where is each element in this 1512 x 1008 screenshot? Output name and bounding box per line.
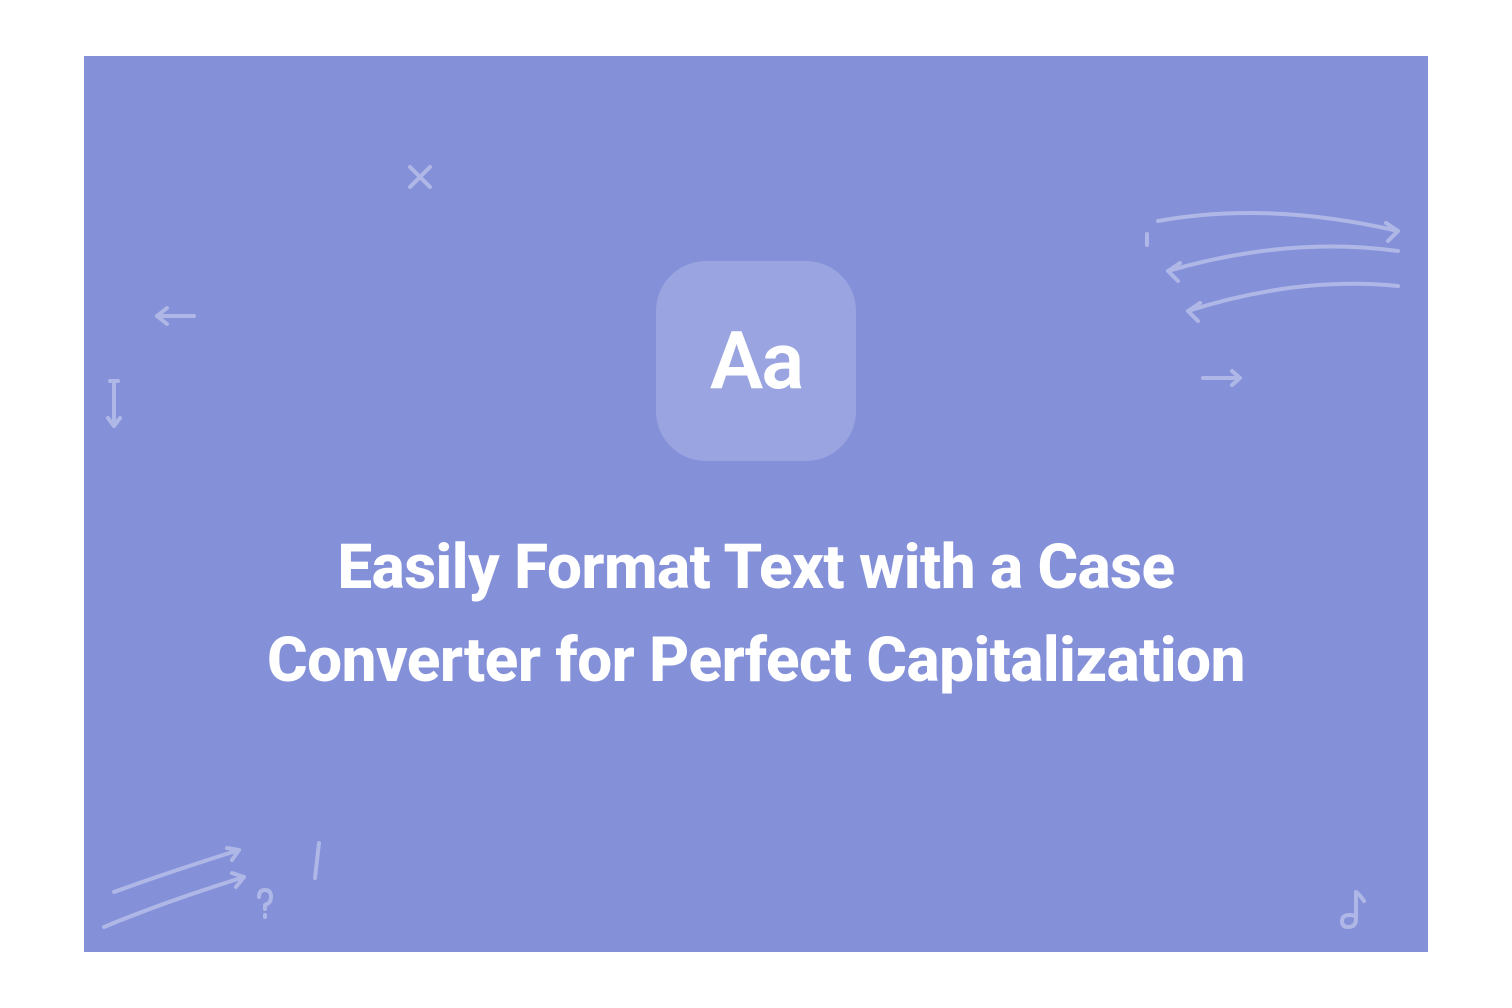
doodle-arrow-icon <box>149 301 199 331</box>
typography-icon-box: Aa <box>656 261 856 461</box>
hero-headline: Easily Format Text with a Case Converter… <box>231 521 1281 707</box>
doodle-arrow-icon <box>1198 366 1248 391</box>
doodle-line-icon <box>309 840 325 882</box>
typography-aa-icon: Aa <box>710 314 802 408</box>
doodle-line-icon <box>104 376 124 436</box>
hero-banner: Aa Easily Format Text with a Case Conver… <box>84 56 1428 952</box>
doodle-arrows-icon <box>1148 196 1408 326</box>
doodle-dot-icon <box>1141 231 1153 251</box>
doodle-x-icon <box>404 161 436 193</box>
doodle-arrows-icon <box>94 832 254 942</box>
doodle-question-icon <box>254 887 276 922</box>
doodle-note-icon <box>1338 887 1368 932</box>
